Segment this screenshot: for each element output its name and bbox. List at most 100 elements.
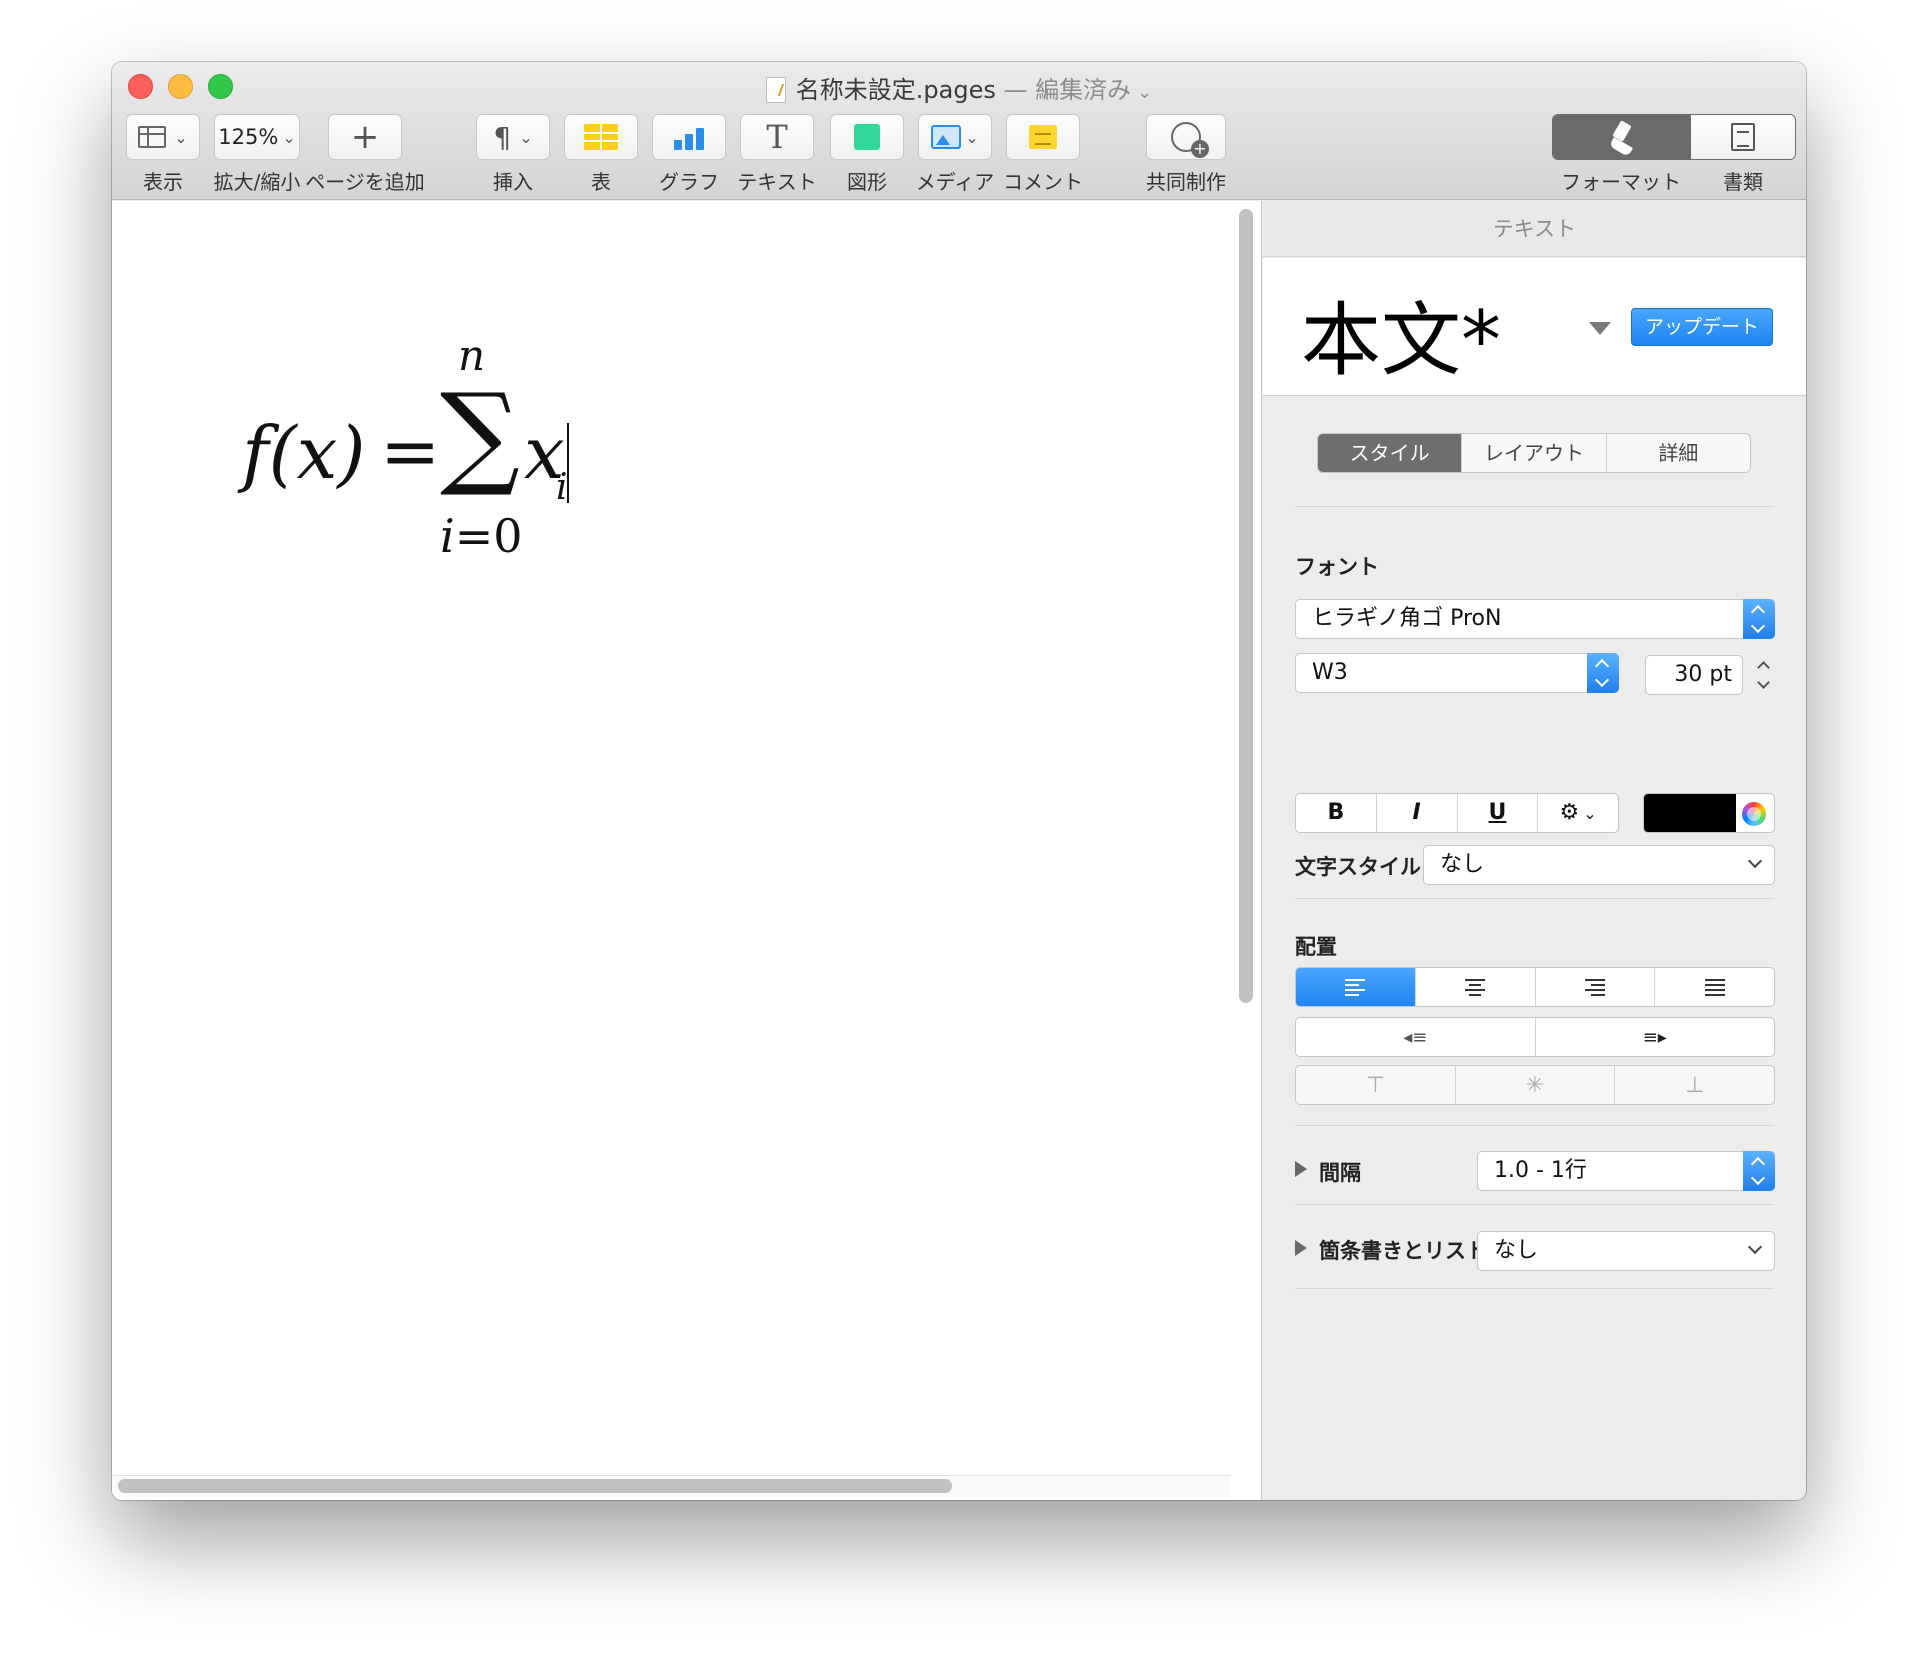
shape-button[interactable]	[830, 114, 904, 160]
align-right-icon	[1584, 978, 1605, 996]
font-weight-popup[interactable]: W3	[1295, 653, 1619, 693]
media-label: メディア	[915, 170, 995, 194]
pages-document-icon	[765, 77, 786, 103]
inspector-toggle-group	[1552, 114, 1796, 160]
comment-icon	[1029, 125, 1057, 149]
sum-lower-limit: i=0	[440, 509, 523, 563]
char-style-popup[interactable]: なし	[1423, 845, 1775, 885]
bullets-popup[interactable]: なし	[1477, 1231, 1775, 1271]
chart-button[interactable]	[652, 114, 726, 160]
zoom-value: 125%	[218, 125, 279, 149]
increase-indent-button[interactable]: ≡▸	[1534, 1018, 1775, 1056]
sum-term-subscript: i	[556, 467, 568, 508]
text-box-button[interactable]: T	[740, 114, 814, 160]
align-top-button[interactable]: ⊤	[1296, 1066, 1455, 1104]
align-center-icon	[1465, 978, 1486, 996]
align-bottom-button[interactable]: ⊥	[1614, 1066, 1774, 1104]
up-down-arrows-icon	[1743, 599, 1775, 639]
insert-label: 挿入	[493, 170, 533, 194]
text-options-button[interactable]: ⚙ ⌄	[1537, 794, 1618, 832]
up-down-arrows-icon	[1587, 653, 1619, 693]
disclosure-triangle-icon[interactable]	[1295, 1240, 1307, 1256]
color-wheel-icon[interactable]	[1742, 802, 1766, 826]
tab-layout[interactable]: レイアウト	[1461, 434, 1606, 472]
align-middle-button[interactable]: ✳	[1454, 1066, 1615, 1104]
font-family-popup[interactable]: ヒラギノ角ゴ ProN	[1295, 599, 1775, 639]
bold-button[interactable]: B	[1296, 794, 1376, 832]
style-menu-triangle-icon[interactable]	[1589, 322, 1611, 335]
paintbrush-icon	[1608, 122, 1636, 152]
bullets-label[interactable]: 箇条書きとリスト	[1319, 1235, 1487, 1265]
document-button[interactable]	[1691, 115, 1795, 159]
pages-window: 名称未設定.pages — 編集済み ⌄ ⌄ 表示 125% ⌄ 拡大/縮小 + ペ…	[112, 62, 1806, 1500]
document-icon	[1731, 123, 1755, 151]
insert-button[interactable]: ¶ ⌄	[476, 114, 550, 160]
zoom-popup[interactable]: 125% ⌄	[214, 114, 300, 160]
view-button[interactable]: ⌄	[126, 114, 200, 160]
text-cursor	[567, 423, 569, 503]
chevron-down-icon	[1747, 1239, 1763, 1255]
spacing-popup[interactable]: 1.0 - 1行	[1477, 1151, 1775, 1191]
paragraph-style-box: 本文* アップデート	[1263, 258, 1806, 396]
font-weight-value: W3	[1312, 660, 1348, 685]
font-family-value: ヒラギノ角ゴ ProN	[1312, 606, 1502, 631]
document-name: 名称未設定.pages	[795, 76, 996, 104]
pilcrow-icon: ¶	[493, 120, 512, 154]
document-canvas[interactable]: f(x) = n ∑ i=0 x i	[112, 201, 1262, 1500]
edited-status: 編集済み	[1035, 76, 1132, 104]
format-button[interactable]	[1553, 115, 1691, 159]
align-left-button[interactable]	[1296, 968, 1415, 1006]
inspector-tabs: スタイル レイアウト 詳細	[1317, 433, 1751, 473]
outdent-icon: ◂≡	[1403, 1026, 1428, 1048]
summation-symbol: ∑	[440, 370, 520, 500]
horizontal-scrollbar[interactable]	[118, 1479, 952, 1493]
format-inspector: テキスト 本文* アップデート スタイル レイアウト 詳細 フォント ヒラギノ角…	[1263, 201, 1806, 1500]
update-style-button[interactable]: アップデート	[1631, 308, 1773, 346]
chevron-down-icon: ⌄	[965, 127, 979, 147]
font-section-title: フォント	[1295, 555, 1379, 579]
font-size-value: 30 pt	[1674, 662, 1732, 687]
spacing-label[interactable]: 間隔	[1319, 1157, 1361, 1187]
sum-index: i	[440, 509, 455, 563]
align-bottom-icon: ⊥	[1685, 1072, 1705, 1098]
shape-icon	[854, 124, 880, 150]
comment-button[interactable]	[1006, 114, 1080, 160]
text-format-buttons: B I U ⚙ ⌄	[1295, 793, 1619, 833]
decrease-indent-button[interactable]: ◂≡	[1296, 1018, 1535, 1056]
window-title[interactable]: 名称未設定.pages — 編集済み ⌄	[112, 70, 1806, 105]
table-label: 表	[591, 170, 611, 194]
paragraph-style-name[interactable]: 本文*	[1301, 276, 1501, 392]
equation-lhs: f(x)	[242, 411, 366, 495]
collaborate-button[interactable]	[1146, 114, 1226, 160]
text-color-swatch[interactable]	[1644, 794, 1736, 832]
shape-label: 図形	[847, 170, 887, 194]
document-label: 書類	[1723, 170, 1763, 194]
chart-icon	[674, 124, 704, 150]
image-icon	[931, 125, 962, 149]
text-color-well[interactable]	[1643, 793, 1775, 833]
italic-button[interactable]: I	[1375, 794, 1457, 832]
align-right-button[interactable]	[1534, 968, 1655, 1006]
media-button[interactable]: ⌄	[918, 114, 992, 160]
chevron-down-icon: ⌄	[1583, 804, 1597, 823]
chevron-down-icon: ⌄	[282, 127, 296, 147]
sum-index-start: =0	[454, 509, 523, 563]
disclosure-triangle-icon[interactable]	[1295, 1161, 1307, 1177]
tab-style[interactable]: スタイル	[1318, 434, 1462, 472]
inspector-header: テキスト	[1263, 201, 1806, 257]
font-size-field[interactable]: 30 pt	[1645, 655, 1743, 695]
view-label: 表示	[143, 170, 183, 194]
align-center-button[interactable]	[1414, 968, 1535, 1006]
vertical-scrollbar[interactable]	[1239, 209, 1253, 1003]
horizontal-alignment-group	[1295, 967, 1775, 1007]
tab-more[interactable]: 詳細	[1605, 434, 1750, 472]
divider	[1295, 1204, 1774, 1205]
title-bar: 名称未設定.pages — 編集済み ⌄ ⌄ 表示 125% ⌄ 拡大/縮小 + ペ…	[112, 62, 1806, 200]
add-page-button[interactable]: +	[328, 114, 402, 160]
underline-button[interactable]: U	[1456, 794, 1538, 832]
title-separator: —	[1003, 76, 1028, 104]
table-button[interactable]	[564, 114, 638, 160]
divider	[1295, 1125, 1774, 1126]
justify-button[interactable]	[1654, 968, 1774, 1006]
font-size-stepper[interactable]	[1753, 655, 1775, 695]
